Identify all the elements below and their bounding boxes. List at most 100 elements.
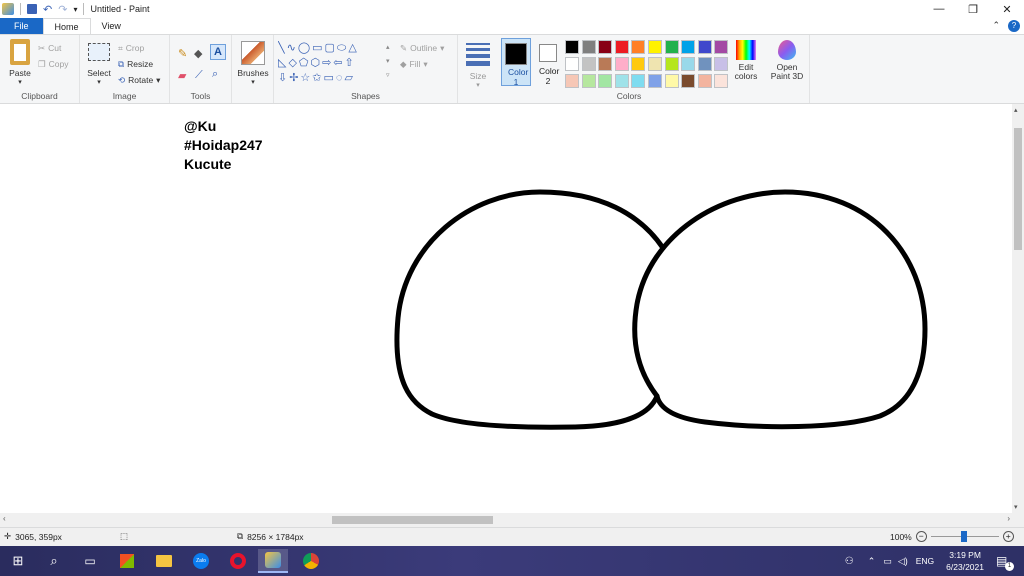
palette-swatch[interactable] [581,40,596,54]
edit-colors-button[interactable]: Edit colors [730,40,762,81]
fill-bucket-icon[interactable]: ◆ [194,47,202,60]
color2-button[interactable]: Color 2 [534,38,562,86]
start-button[interactable]: ⊞ [3,549,33,573]
collapse-ribbon-icon[interactable]: ⌃ [992,20,1000,31]
horizontal-scrollbar[interactable]: ‹ › [0,513,1024,527]
crop-button[interactable]: ⌗ Crop [118,40,160,56]
palette-swatch[interactable] [631,74,646,88]
text-icon[interactable]: A [210,44,226,60]
palette-swatch[interactable] [614,57,629,71]
gallery-scroll-icon[interactable]: ▴ ▾ ▿ [386,41,390,83]
size-button[interactable]: Size ▾ [464,43,492,89]
select-button[interactable]: Select ▾ [84,43,114,86]
palette-swatch[interactable] [581,74,596,88]
palette-swatch[interactable] [631,40,646,54]
zalo-icon: Zalo [193,553,209,569]
rotate-button[interactable]: ⟲ Rotate ▾ [118,72,160,88]
palette-swatch[interactable] [664,57,679,71]
zoom-out-icon[interactable]: − [915,531,927,542]
redo-icon[interactable]: ↷ [58,3,67,16]
palette-swatch[interactable] [648,40,662,54]
opera-icon [230,553,246,569]
zoom-slider-thumb[interactable] [960,531,967,542]
restore-button[interactable]: ❐ [956,0,990,18]
palette-swatch[interactable] [714,57,729,71]
chevron-down-icon: ▾ [423,58,428,69]
resize-button[interactable]: ⧉ Resize [118,56,160,72]
clock[interactable]: 3:19 PM 6/23/2021 [946,549,984,573]
tab-file[interactable]: File [0,18,43,34]
palette-swatch[interactable] [598,57,613,71]
tab-home[interactable]: Home [42,18,91,34]
palette-swatch[interactable] [681,74,696,88]
palette-swatch[interactable] [565,57,579,71]
taskbar-app-paint[interactable] [258,549,288,573]
close-button[interactable]: ✕ [990,0,1024,18]
drawing-canvas[interactable]: @Ku #Hoidap247 Kucute [0,104,1012,513]
zoom-slider[interactable] [930,531,999,542]
palette-swatch[interactable] [565,40,579,54]
notification-center[interactable]: ▤ 1 [996,554,1018,571]
open-paint3d-button[interactable]: Open Paint 3D [768,40,806,81]
palette-swatch[interactable] [598,74,613,88]
volume-icon[interactable]: ◁) [898,556,908,567]
fill-button[interactable]: ◆ Fill ▾ [400,56,444,72]
outline-button[interactable]: ✎ Outline ▾ [400,40,444,56]
people-icon[interactable]: ⚇ [845,556,854,567]
store-icon [120,554,134,568]
palette-swatch[interactable] [614,40,629,54]
help-icon[interactable]: ? [1008,20,1020,32]
magnifier-icon[interactable]: ⌕ [212,68,218,81]
show-hidden-icons[interactable]: ⌃ [868,556,876,567]
paste-button[interactable]: Paste ▾ [6,39,34,86]
scroll-down-icon[interactable]: ▾ [1014,503,1018,511]
taskbar-app-opera[interactable] [223,549,253,573]
palette-swatch[interactable] [681,57,696,71]
palette-swatch[interactable] [664,74,679,88]
palette-swatch[interactable] [614,74,629,88]
palette-swatch[interactable] [681,40,696,54]
shapes-gallery[interactable]: ╲∿◯▭▢⬭△ ◺◇⬠⬡⇨⇦⇧ ⇩✢☆✩▭◌▱ [278,41,390,89]
palette-swatch[interactable] [697,57,712,71]
scroll-left-icon[interactable]: ‹ [3,514,6,523]
color1-button[interactable]: Color 1 [501,38,531,87]
taskbar-app-explorer[interactable] [149,549,179,573]
pencil-icon[interactable]: ✎ [178,47,187,60]
palette-swatch[interactable] [565,74,579,88]
palette-swatch[interactable] [581,57,596,71]
taskbar-app-store[interactable] [112,549,142,573]
horizontal-scroll-thumb[interactable] [332,516,493,524]
tab-view[interactable]: View [91,18,132,34]
palette-swatch[interactable] [697,40,712,54]
palette-swatch[interactable] [648,57,662,71]
save-icon[interactable] [27,4,37,14]
copy-button[interactable]: ❐ Copy [38,56,68,72]
task-view-button[interactable]: ▭ [75,549,105,573]
palette-swatch[interactable] [648,74,662,88]
customize-qa-icon[interactable]: ▾ [73,5,77,14]
battery-icon[interactable]: ▭ [883,556,892,567]
scroll-up-icon[interactable]: ▴ [1014,106,1018,114]
paint-app-icon [2,3,14,15]
palette-swatch[interactable] [631,57,646,71]
undo-icon[interactable]: ↶ [43,3,52,16]
scissors-icon: ✂ [38,42,46,53]
palette-swatch[interactable] [664,40,679,54]
cut-button[interactable]: ✂ Cut [38,40,68,56]
palette-swatch[interactable] [598,40,613,54]
vertical-scroll-thumb[interactable] [1014,128,1022,250]
eraser-icon[interactable]: ▰ [178,69,186,82]
palette-swatch[interactable] [697,74,712,88]
taskbar-app-zalo[interactable]: Zalo [186,549,216,573]
palette-swatch[interactable] [714,40,729,54]
zoom-in-icon[interactable]: + [1002,531,1014,542]
taskbar-app-chrome[interactable] [296,549,326,573]
vertical-scrollbar[interactable]: ▴ ▾ [1012,104,1024,513]
brushes-button[interactable]: Brushes ▾ [235,41,271,86]
minimize-button[interactable]: — [922,0,956,18]
scroll-right-icon[interactable]: › [1007,514,1010,523]
language-indicator[interactable]: ENG [916,556,934,566]
search-button[interactable]: ⌕ [39,549,69,573]
color-picker-icon[interactable]: ⟋ [195,69,203,82]
palette-swatch[interactable] [714,74,729,88]
